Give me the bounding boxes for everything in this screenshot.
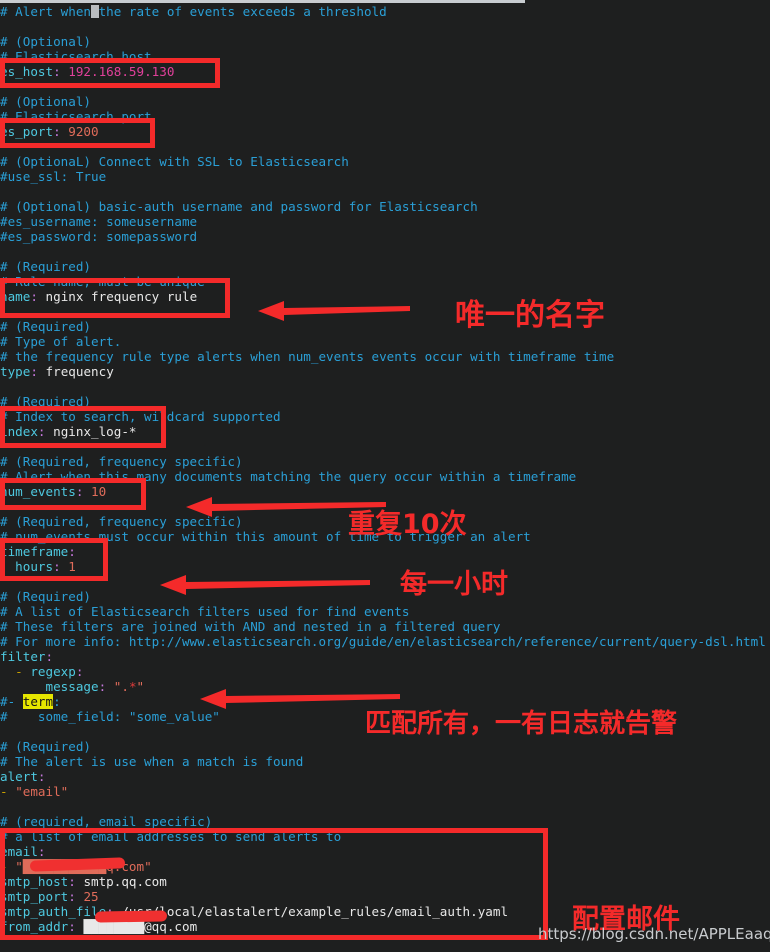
code-line-1[interactable] [0, 19, 770, 34]
editor-scrollbar[interactable] [0, 0, 525, 3]
code-line-56[interactable]: email: [0, 844, 770, 859]
code-line-21[interactable]: # (Required) [0, 319, 770, 334]
code-line-58[interactable]: smtp_host: smtp.qq.com [0, 874, 770, 889]
code-line-31[interactable]: # Alert when this many documents matchin… [0, 469, 770, 484]
code-line-36[interactable]: timeframe: [0, 544, 770, 559]
code-line-6[interactable]: # (Optional) [0, 94, 770, 109]
text-cursor [91, 5, 99, 18]
code-line-55[interactable]: # a list of email addresses to send aler… [0, 829, 770, 844]
code-line-8[interactable]: es_port: 9200 [0, 124, 770, 139]
code-line-54[interactable]: # (required, email specific) [0, 814, 770, 829]
code-line-16[interactable] [0, 244, 770, 259]
code-line-27[interactable]: # Index to search, wildcard supported [0, 409, 770, 424]
note-match-all: 匹配所有，一有日志就告警 [365, 709, 678, 739]
code-line-20[interactable] [0, 304, 770, 319]
code-line-13[interactable]: # (Optional) basic-auth username and pas… [0, 199, 770, 214]
code-line-9[interactable] [0, 139, 770, 154]
code-line-50[interactable]: # The alert is use when a match is found [0, 754, 770, 769]
note-every-hour: 每一小时 [400, 569, 508, 600]
code-line-51[interactable]: alert: [0, 769, 770, 784]
code-line-2[interactable]: # (Optional) [0, 34, 770, 49]
code-line-30[interactable]: # (Required, frequency specific) [0, 454, 770, 469]
code-line-10[interactable]: # (OptionaL) Connect with SSL to Elastic… [0, 154, 770, 169]
code-line-32[interactable]: num_events: 10 [0, 484, 770, 499]
code-line-44[interactable]: - regexp: [0, 664, 770, 679]
code-line-37[interactable]: hours: 1 [0, 559, 770, 574]
code-line-26[interactable]: # (Required) [0, 394, 770, 409]
code-line-5[interactable] [0, 79, 770, 94]
code-line-7[interactable]: # Elasticsearch port [0, 109, 770, 124]
yaml-code-editor[interactable]: # Alert when the rate of events exceeds a… [0, 4, 770, 934]
code-line-49[interactable]: # (Required) [0, 739, 770, 754]
code-line-0[interactable]: # Alert when the rate of events exceeds a… [0, 4, 770, 19]
code-line-23[interactable]: # the frequency rule type alerts when nu… [0, 349, 770, 364]
code-line-40[interactable]: # A list of Elasticsearch filters used f… [0, 604, 770, 619]
note-unique-name: 唯一的名字 [455, 298, 605, 333]
screenshot-root: # Alert when the rate of events exceeds a… [0, 0, 770, 952]
code-line-57[interactable]: - "███████████q.com" [0, 859, 770, 874]
code-line-4[interactable]: es_host: 192.168.59.130 [0, 64, 770, 79]
code-line-38[interactable] [0, 574, 770, 589]
code-line-42[interactable]: # For more info: http://www.elasticsearc… [0, 634, 770, 649]
code-line-39[interactable]: # (Required) [0, 589, 770, 604]
watermark-url: https://blog.csdn.net/APPLEaaq [538, 925, 770, 943]
code-line-14[interactable]: #es_username: someusername [0, 214, 770, 229]
redacted-value: ████████@qq.com [83, 919, 198, 934]
code-line-29[interactable] [0, 439, 770, 454]
code-line-22[interactable]: # Type of alert. [0, 334, 770, 349]
search-highlight: term [22, 694, 54, 709]
redacted-value: "███████████q.com" [15, 859, 152, 874]
code-line-52[interactable]: - "email" [0, 784, 770, 799]
note-repeat-10: 重复10次 [348, 509, 467, 540]
code-line-19[interactable]: name: nginx frequency rule [0, 289, 770, 304]
code-line-3[interactable]: # Elasticsearch host [0, 49, 770, 64]
code-line-45[interactable]: message: ".*" [0, 679, 770, 694]
code-line-18[interactable]: # Rule name, must be unique [0, 274, 770, 289]
code-line-41[interactable]: # These filters are joined with AND and … [0, 619, 770, 634]
code-line-25[interactable] [0, 379, 770, 394]
code-line-11[interactable]: #use_ssl: True [0, 169, 770, 184]
code-line-15[interactable]: #es_password: somepassword [0, 229, 770, 244]
code-line-24[interactable]: type: frequency [0, 364, 770, 379]
code-line-43[interactable]: filter: [0, 649, 770, 664]
code-line-53[interactable] [0, 799, 770, 814]
code-line-17[interactable]: # (Required) [0, 259, 770, 274]
code-line-12[interactable] [0, 184, 770, 199]
code-line-28[interactable]: index: nginx_log-* [0, 424, 770, 439]
